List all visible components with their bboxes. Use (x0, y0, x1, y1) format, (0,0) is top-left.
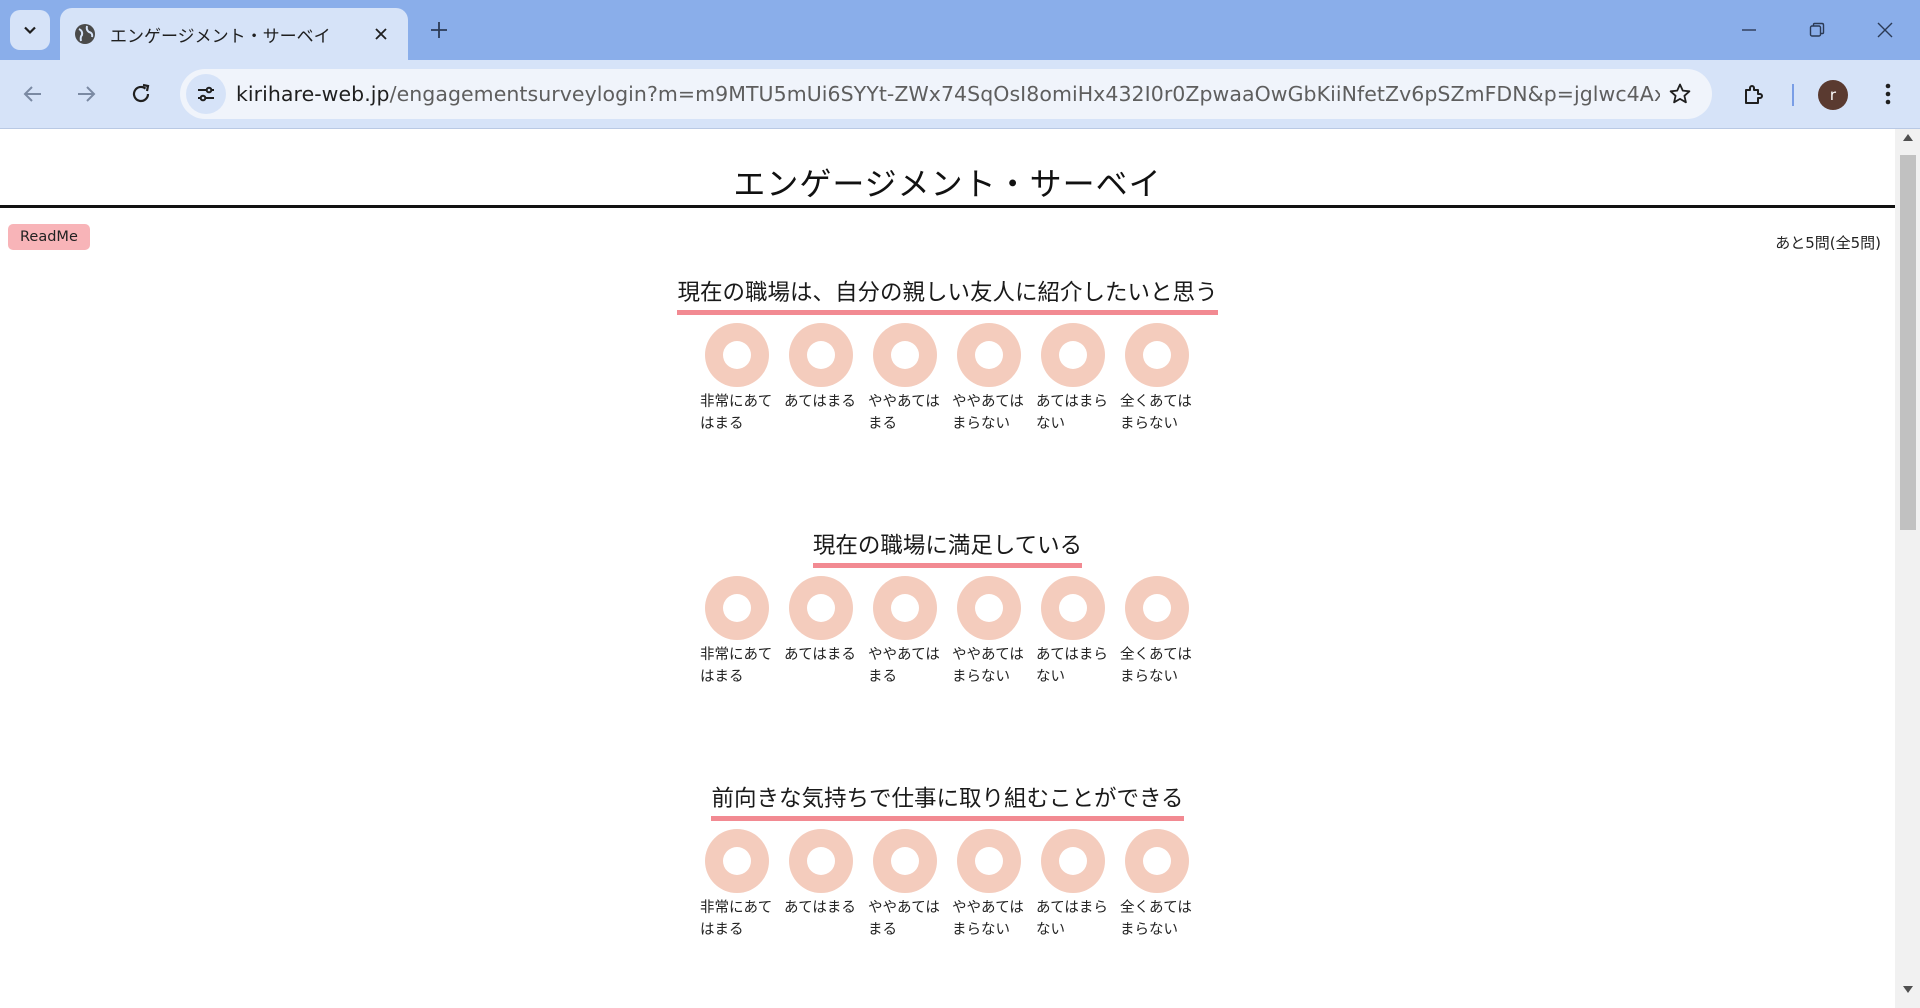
bookmark-star-button[interactable] (1660, 74, 1700, 114)
question-1: 現在の職場は、自分の親しい友人に紹介したいと思う 非常にあてはまる あてはまる … (0, 278, 1895, 432)
choice-group: 非常にあてはまる あてはまる ややあてはまる ややあてはまらない あてはまらない… (700, 576, 1200, 696)
choice-label: あてはまる (784, 900, 856, 916)
tab-active[interactable]: エンゲージメント・サーベイ (60, 8, 408, 60)
restore-button[interactable] (1794, 8, 1840, 52)
globe-icon (74, 23, 96, 45)
question-text: 現在の職場に満足している (812, 531, 1083, 568)
arrow-right-icon (78, 86, 96, 102)
tune-icon (198, 86, 214, 102)
minimize-button[interactable] (1726, 8, 1772, 52)
reload-icon (132, 83, 150, 103)
page-title: エンゲージメント・サーベイ (733, 165, 1162, 203)
browser-menu-button[interactable] (1868, 74, 1908, 114)
reload-button[interactable] (121, 74, 161, 114)
extensions-button[interactable] (1734, 74, 1774, 114)
forward-button[interactable] (66, 74, 106, 114)
radio-button[interactable] (705, 323, 769, 387)
radio-button[interactable] (1125, 576, 1189, 640)
page-viewport: エンゲージメント・サーベイ ReadMe あと5問(全5問) 現在の職場は、自分… (0, 129, 1895, 1008)
scrollbar-thumb[interactable] (1900, 155, 1916, 530)
choice-label: あてはまらない (1036, 647, 1108, 685)
tab-title: エンゲージメント・サーベイ (110, 26, 331, 47)
back-button[interactable] (13, 74, 53, 114)
url-path: /engagementsurveylogin?m=m9MTU5mUi6SYYt-… (389, 82, 1660, 106)
radio-button[interactable] (873, 576, 937, 640)
scroll-up-arrow-icon[interactable] (1895, 133, 1920, 151)
tab-close-icon[interactable] (368, 21, 394, 47)
choice-label: ややあてはまらない (952, 647, 1024, 685)
radio-button[interactable] (873, 323, 937, 387)
radio-button[interactable] (1125, 829, 1189, 893)
choice-label: ややあてはまる (868, 394, 940, 432)
choice-label: 非常にあてはまる (700, 394, 773, 432)
radio-button[interactable] (957, 576, 1021, 640)
restore-icon (1809, 22, 1825, 37)
new-tab-button[interactable] (423, 14, 455, 46)
radio-button[interactable] (957, 323, 1021, 387)
title-divider (0, 205, 1895, 208)
star-icon (1669, 83, 1691, 104)
choice-group: 非常にあてはまる あてはまる ややあてはまる ややあてはまらない あてはまらない… (700, 323, 1200, 443)
choice-label: 非常にあてはまる (700, 900, 773, 938)
tab-strip: エンゲージメント・サーベイ (0, 0, 1920, 60)
radio-button[interactable] (705, 576, 769, 640)
choice-label: あてはまる (784, 394, 856, 410)
choice-label: ややあてはまらない (952, 900, 1024, 938)
page-scrollbar[interactable] (1895, 129, 1920, 1008)
choice-label: 全くあてはまらない (1120, 647, 1192, 685)
radio-button[interactable] (1041, 323, 1105, 387)
site-info-button[interactable] (186, 74, 226, 114)
choice-label: 非常にあてはまる (700, 647, 773, 685)
radio-button[interactable] (1125, 323, 1189, 387)
choice-label: あてはまらない (1036, 900, 1108, 938)
question-2: 現在の職場に満足している 非常にあてはまる あてはまる ややあてはまる ややあて… (0, 531, 1895, 685)
url-text[interactable]: kirihare-web.jp/engagementsurveylogin?m=… (236, 82, 1660, 106)
choice-label: ややあてはまらない (952, 394, 1024, 432)
choice-label: ややあてはまる (868, 900, 940, 938)
choice-label: 全くあてはまらない (1120, 394, 1192, 432)
choice-label: 全くあてはまらない (1120, 900, 1192, 938)
readme-button[interactable]: ReadMe (8, 224, 90, 250)
radio-button[interactable] (789, 576, 853, 640)
radio-button[interactable] (957, 829, 1021, 893)
url-host: kirihare-web.jp (236, 82, 390, 106)
address-bar[interactable]: kirihare-web.jp/engagementsurveylogin?m=… (180, 69, 1712, 119)
tab-search-button[interactable] (10, 10, 50, 50)
radio-button[interactable] (1041, 576, 1105, 640)
close-window-button[interactable] (1862, 8, 1908, 52)
minimize-icon (1742, 29, 1756, 31)
chevron-down-icon (24, 26, 36, 35)
plus-icon (431, 22, 447, 38)
question-3: 前向きな気持ちで仕事に取り組むことができる 非常にあてはまる あてはまる ややあ… (0, 784, 1895, 938)
radio-button[interactable] (705, 829, 769, 893)
question-text: 前向きな気持ちで仕事に取り組むことができる (711, 784, 1184, 821)
arrow-left-icon (23, 86, 41, 102)
more-vertical-icon (1885, 83, 1891, 105)
radio-button[interactable] (1041, 829, 1105, 893)
puzzle-icon (1745, 85, 1763, 104)
browser-toolbar: kirihare-web.jp/engagementsurveylogin?m=… (0, 60, 1920, 128)
choice-label: ややあてはまる (868, 647, 940, 685)
profile-avatar[interactable]: r (1818, 80, 1848, 110)
choice-group: 非常にあてはまる あてはまる ややあてはまる ややあてはまらない あてはまらない… (700, 829, 1200, 949)
toolbar-separator (1792, 84, 1794, 106)
choice-label: あてはまらない (1036, 394, 1108, 432)
radio-button[interactable] (873, 829, 937, 893)
close-icon (1877, 22, 1893, 38)
radio-button[interactable] (789, 323, 853, 387)
remaining-count: あと5問(全5問) (1775, 234, 1881, 252)
radio-button[interactable] (789, 829, 853, 893)
question-text: 現在の職場は、自分の親しい友人に紹介したいと思う (677, 278, 1218, 315)
scroll-down-arrow-icon[interactable] (1895, 986, 1920, 1004)
choice-label: あてはまる (784, 647, 856, 663)
